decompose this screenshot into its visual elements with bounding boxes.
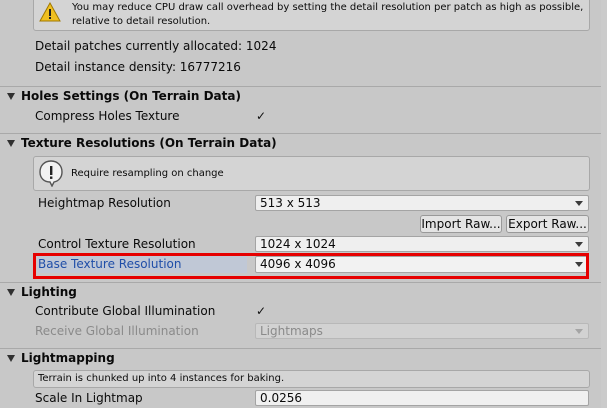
- control-texture-resolution-label: Control Texture Resolution: [38, 237, 196, 251]
- scrollbar-track[interactable]: [601, 0, 607, 408]
- contribute-gi-label: Contribute Global Illumination: [35, 304, 216, 318]
- holes-settings-header[interactable]: Holes Settings (On Terrain Data): [0, 86, 607, 107]
- warning-text-line2: relative to detail resolution.: [72, 16, 211, 27]
- lod-warning-helpbox: You may reduce CPU draw call overhead by…: [33, 0, 590, 31]
- heightmap-resolution-dropdown[interactable]: 513 x 513: [255, 195, 589, 211]
- receive-gi-value: Lightmaps: [260, 324, 323, 338]
- receive-gi-label: Receive Global Illumination: [35, 324, 199, 338]
- foldout-arrow-icon[interactable]: [7, 289, 15, 296]
- texture-resolutions-header[interactable]: Texture Resolutions (On Terrain Data): [0, 133, 607, 154]
- export-raw-button[interactable]: Export Raw...: [506, 215, 589, 233]
- contribute-gi-checkbox[interactable]: ✓: [254, 304, 268, 318]
- lightmapping-title: Lightmapping: [21, 351, 115, 365]
- foldout-arrow-icon[interactable]: [7, 93, 15, 100]
- detail-patches-allocated: Detail patches currently allocated: 1024: [35, 39, 277, 53]
- lightmapping-header[interactable]: Lightmapping: [0, 348, 607, 369]
- control-texture-resolution-dropdown[interactable]: 1024 x 1024: [255, 236, 589, 252]
- scale-in-lightmap-value: 0.0256: [260, 391, 302, 405]
- warning-text-line1: You may reduce CPU draw call overhead by…: [72, 2, 584, 13]
- lightmapping-info-helpbox: Terrain is chunked up into 4 instances f…: [33, 370, 590, 388]
- resampling-info-text: Require resampling on change: [71, 168, 224, 179]
- texture-resolutions-title: Texture Resolutions (On Terrain Data): [21, 136, 277, 150]
- resampling-info-helpbox: Require resampling on change: [33, 156, 590, 191]
- heightmap-resolution-label: Heightmap Resolution: [38, 196, 171, 210]
- compress-holes-label: Compress Holes Texture: [35, 109, 180, 123]
- lighting-title: Lighting: [21, 285, 77, 299]
- warning-icon: [39, 1, 61, 27]
- control-texture-resolution-value: 1024 x 1024: [260, 237, 336, 251]
- detail-instance-density: Detail instance density: 16777216: [35, 60, 241, 74]
- chevron-down-icon: [575, 201, 583, 206]
- import-raw-button[interactable]: Import Raw...: [420, 215, 502, 233]
- foldout-arrow-icon[interactable]: [7, 355, 15, 362]
- compress-holes-checkbox[interactable]: ✓: [254, 109, 268, 123]
- scale-in-lightmap-field[interactable]: 0.0256: [255, 390, 589, 406]
- lighting-header[interactable]: Lighting: [0, 282, 607, 303]
- chevron-down-icon: [575, 329, 583, 334]
- holes-settings-title: Holes Settings (On Terrain Data): [21, 89, 241, 103]
- info-icon: [38, 159, 64, 192]
- chevron-down-icon: [575, 242, 583, 247]
- foldout-arrow-icon[interactable]: [7, 140, 15, 147]
- red-highlight-box: [33, 253, 589, 279]
- heightmap-resolution-value: 513 x 513: [260, 196, 321, 210]
- receive-gi-dropdown[interactable]: Lightmaps: [255, 323, 589, 339]
- scale-in-lightmap-label: Scale In Lightmap: [35, 391, 143, 405]
- lightmapping-info-text: Terrain is chunked up into 4 instances f…: [38, 373, 285, 384]
